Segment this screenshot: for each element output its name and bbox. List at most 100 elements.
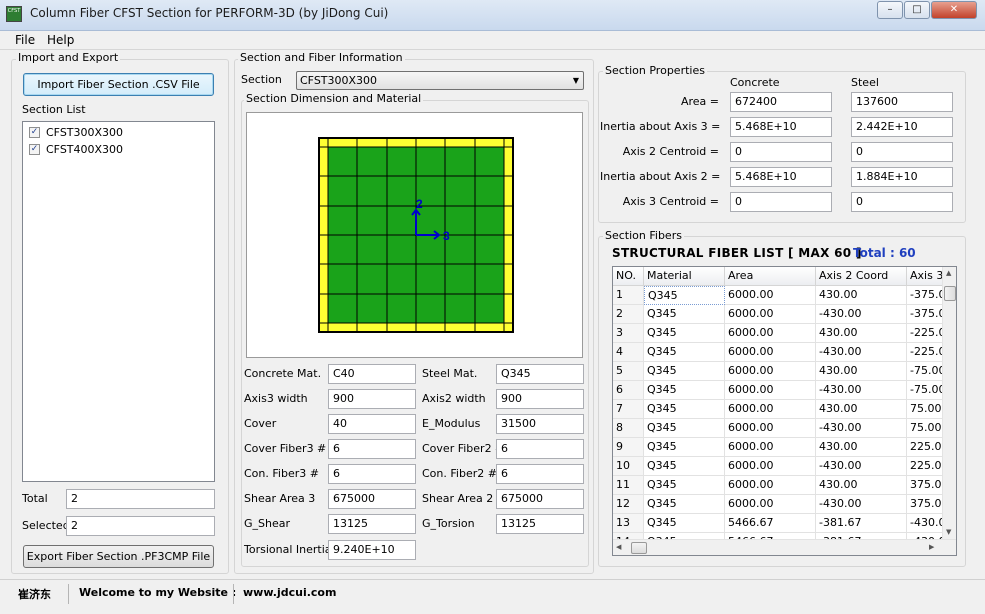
table-cell[interactable]: 5466.67 [725, 514, 816, 533]
table-row[interactable]: 4 Q345 6000.00 -430.00 -225.0 [613, 343, 942, 362]
section-list[interactable]: ✓ CFST300X300 ✓ CFST400X300 [22, 121, 215, 482]
table-cell[interactable]: Q345 [644, 305, 725, 324]
table-cell[interactable]: -375.0 [907, 286, 942, 305]
table-cell[interactable]: 430.00 [816, 438, 907, 457]
close-button[interactable]: ✕ [931, 1, 977, 19]
table-cell[interactable]: 6000.00 [725, 381, 816, 400]
table-cell[interactable]: 2 [613, 305, 644, 324]
table-cell[interactable]: Q345 [644, 400, 725, 419]
field-value[interactable]: 900 [496, 389, 584, 409]
field-value[interactable]: 6 [496, 464, 584, 484]
concrete-value[interactable]: 5.468E+10 [730, 117, 832, 137]
table-cell[interactable]: -430.0 [907, 514, 942, 533]
field-value[interactable]: 6 [328, 439, 416, 459]
table-cell[interactable]: Q345 [644, 324, 725, 343]
table-row[interactable]: 13 Q345 5466.67 -381.67 -430.0 [613, 514, 942, 533]
table-cell[interactable]: Q345 [644, 362, 725, 381]
field-value[interactable]: 13125 [328, 514, 416, 534]
table-cell[interactable]: 9 [613, 438, 644, 457]
table-cell[interactable]: Q345 [644, 438, 725, 457]
table-cell[interactable]: 225.00 [907, 457, 942, 476]
section-checkbox[interactable]: ✓ [29, 144, 40, 155]
import-csv-button[interactable]: Import Fiber Section .CSV File [23, 73, 214, 96]
export-pf3cmp-button[interactable]: Export Fiber Section .PF3CMP File [23, 545, 214, 568]
table-cell[interactable]: 11 [613, 476, 644, 495]
section-checkbox[interactable]: ✓ [29, 127, 40, 138]
table-row[interactable]: 3 Q345 6000.00 430.00 -225.0 [613, 324, 942, 343]
torsional-inertia-field[interactable]: 9.240E+10 [328, 540, 416, 560]
table-cell[interactable]: 375.00 [907, 495, 942, 514]
table-cell[interactable]: 6000.00 [725, 457, 816, 476]
table-cell[interactable]: 6000.00 [725, 400, 816, 419]
field-value[interactable]: 6 [328, 464, 416, 484]
concrete-value[interactable]: 5.468E+10 [730, 167, 832, 187]
table-cell[interactable]: 5 [613, 362, 644, 381]
maximize-button[interactable]: □ [904, 1, 930, 19]
table-cell[interactable]: -225.0 [907, 343, 942, 362]
table-cell[interactable]: -430.00 [816, 419, 907, 438]
menu-file[interactable]: File [15, 33, 35, 47]
table-cell[interactable]: 12 [613, 495, 644, 514]
steel-value[interactable]: 2.442E+10 [851, 117, 953, 137]
vertical-scrollbar[interactable]: ▲ ▼ [942, 267, 956, 539]
table-cell[interactable]: 7 [613, 400, 644, 419]
concrete-value[interactable]: 0 [730, 142, 832, 162]
steel-value[interactable]: 137600 [851, 92, 953, 112]
table-row[interactable]: 6 Q345 6000.00 -430.00 -75.00 [613, 381, 942, 400]
table-cell[interactable]: Q345 [644, 514, 725, 533]
table-cell[interactable]: 10 [613, 457, 644, 476]
table-cell[interactable]: 6000.00 [725, 324, 816, 343]
table-cell[interactable]: -225.0 [907, 324, 942, 343]
table-cell[interactable]: Q345 [644, 495, 725, 514]
table-row[interactable]: 10Q3456000.00-430.00225.00 [613, 457, 942, 476]
table-cell[interactable]: Q345 [644, 381, 725, 400]
field-value[interactable]: 31500 [496, 414, 584, 434]
table-cell[interactable]: Q345 [644, 286, 725, 305]
table-row[interactable]: 1 Q345 6000.00 430.00 -375.0 [613, 286, 942, 305]
column-header[interactable]: Axis 3 [907, 267, 942, 286]
vertical-scroll-thumb[interactable] [944, 286, 956, 301]
field-value[interactable]: 900 [328, 389, 416, 409]
table-cell[interactable]: -430.00 [816, 343, 907, 362]
table-cell[interactable]: -375.0 [907, 305, 942, 324]
table-cell[interactable]: -75.00 [907, 381, 942, 400]
table-cell[interactable]: Q345 [644, 419, 725, 438]
horizontal-scrollbar[interactable]: ◀ ▶ [613, 539, 956, 555]
table-cell[interactable]: 6 [613, 381, 644, 400]
field-value[interactable]: 6 [496, 439, 584, 459]
scroll-left-icon[interactable]: ◀ [616, 543, 621, 551]
table-row[interactable]: 8 Q345 6000.00 -430.00 75.00 [613, 419, 942, 438]
table-cell[interactable]: 4 [613, 343, 644, 362]
total-field[interactable]: 2 [66, 489, 215, 509]
table-cell[interactable]: 6000.00 [725, 495, 816, 514]
table-cell[interactable]: Q345 [644, 457, 725, 476]
table-cell[interactable]: 8 [613, 419, 644, 438]
field-value[interactable]: 40 [328, 414, 416, 434]
field-value[interactable]: 675000 [496, 489, 584, 509]
field-value[interactable]: 675000 [328, 489, 416, 509]
table-cell[interactable]: -430.00 [816, 495, 907, 514]
table-cell[interactable]: 6000.00 [725, 419, 816, 438]
table-cell[interactable]: -430.00 [816, 381, 907, 400]
table-row[interactable]: 12Q3456000.00-430.00375.00 [613, 495, 942, 514]
horizontal-scroll-thumb[interactable] [631, 542, 647, 554]
selected-field[interactable]: 2 [66, 516, 215, 536]
section-dropdown[interactable]: CFST300X300 ▼ [296, 71, 584, 90]
table-row[interactable]: 2 Q345 6000.00 -430.00 -375.0 [613, 305, 942, 324]
table-cell[interactable]: 430.00 [816, 476, 907, 495]
table-cell[interactable]: 6000.00 [725, 286, 816, 305]
column-header[interactable]: Area [725, 267, 816, 286]
table-cell[interactable]: -75.00 [907, 362, 942, 381]
table-cell[interactable]: 6000.00 [725, 438, 816, 457]
table-row[interactable]: 11Q3456000.00430.00375.00 [613, 476, 942, 495]
table-cell[interactable]: 430.00 [816, 400, 907, 419]
field-value[interactable]: C40 [328, 364, 416, 384]
table-row[interactable]: 7 Q345 6000.00 430.00 75.00 [613, 400, 942, 419]
table-cell[interactable]: 3 [613, 324, 644, 343]
scroll-up-icon[interactable]: ▲ [946, 269, 951, 277]
table-cell[interactable]: 6000.00 [725, 476, 816, 495]
table-cell[interactable]: Q345 [644, 476, 725, 495]
table-cell[interactable]: 6000.00 [725, 305, 816, 324]
column-header[interactable]: Material [644, 267, 725, 286]
table-row[interactable]: 9Q3456000.00430.00225.00 [613, 438, 942, 457]
